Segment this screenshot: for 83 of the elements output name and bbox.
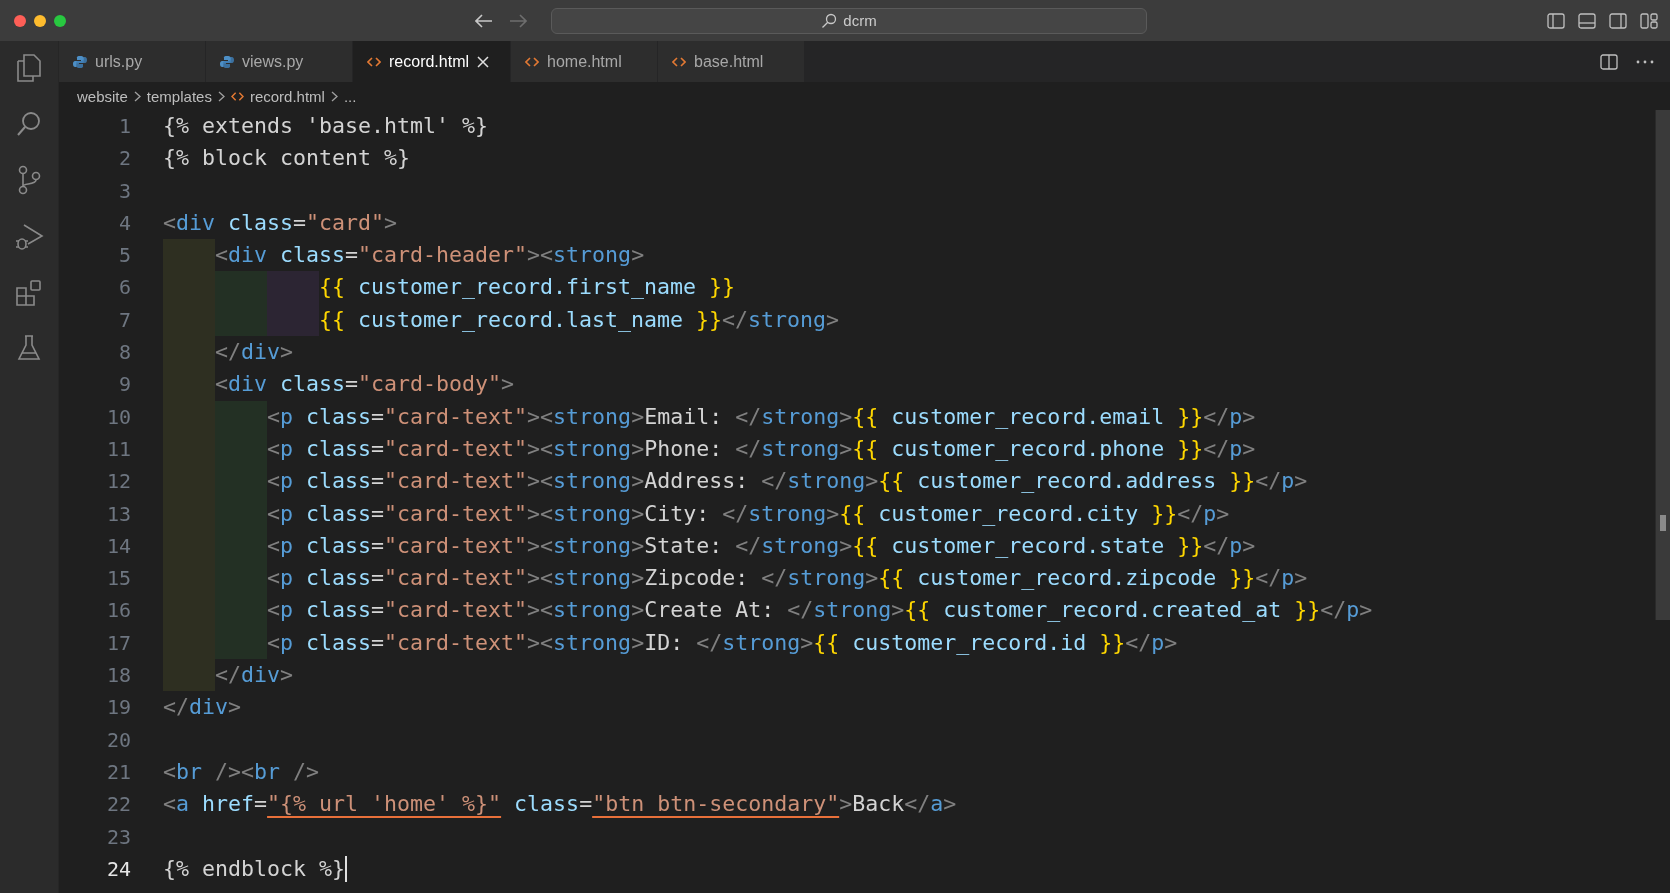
line-number: 17 [105,629,131,657]
editor-tab[interactable]: base.html [658,41,805,82]
line-number: 5 [117,242,131,270]
code-line: {{ customer_record.first_name }} [319,273,736,302]
code-line: <p class="card-text"><strong>Email: </strong>{{ customer_record.email }}</p> [267,402,1256,431]
code-line: </div> [163,693,242,722]
chevron-icon [330,90,338,102]
line-number: 11 [105,435,131,463]
files-icon[interactable] [15,53,43,83]
line-number: 8 [117,339,131,367]
code-line: <p class="card-text"><strong>Create At: </strong>{{ customer_record.created_at }}</p> [267,596,1373,625]
line-number: 2 [117,145,131,173]
code-line: <p class="card-text"><strong>State: </strong>{{ customer_record.state }}</p> [267,531,1256,560]
search-icon [821,12,838,29]
breadcrumb-item[interactable]: website [77,87,128,105]
code-line: {% extends 'base.html' %} [163,112,488,140]
code-line: <p class="card-text"><strong>Phone: </strong>{{ customer_record.phone }}</p> [267,434,1256,463]
flask-icon[interactable] [16,334,42,362]
search-icon[interactable] [15,110,43,138]
line-number: 10 [105,403,131,431]
editor-tab[interactable]: views.py [206,41,353,82]
python-file-icon [73,54,87,69]
line-number: 20 [105,726,131,754]
code-line: {% block content %} [163,144,410,173]
line-number: 23 [105,823,131,851]
close-icon[interactable] [477,55,490,68]
more-actions-icon[interactable] [1636,59,1654,64]
run-debug-icon[interactable] [14,222,44,252]
split-editor-icon[interactable] [1600,53,1618,70]
code-line: <a href="{% url 'home' %}" class="btn btn-secondary">Back</a> [163,790,957,819]
line-number: 3 [117,177,131,205]
line-number: 12 [105,468,131,496]
sidebar-toggle-icon[interactable] [1547,12,1565,29]
source-control-icon[interactable] [16,165,42,195]
editor-tab[interactable]: urls.py [59,41,206,82]
line-number: 15 [105,565,131,593]
code-line: <br /><br /> [163,757,320,786]
customize-layout-icon[interactable] [1640,12,1658,29]
minimize-window-button[interactable] [34,14,46,27]
python-file-icon [220,54,234,69]
panel-toggle-icon[interactable] [1578,12,1596,29]
line-number: 13 [105,500,131,528]
line-number: 24 [105,855,131,883]
breadcrumb-item[interactable]: record.html [249,87,325,105]
code-line: <p class="card-text"><strong>Zipcode: </strong>{{ customer_record.zipcode }}</p> [267,564,1308,593]
code-brackets-icon [525,55,539,68]
code-line: <p class="card-text"><strong>Address: </strong>{{ customer_record.address }}</p> [267,467,1308,496]
code-brackets-icon [672,55,686,68]
line-number: 6 [117,274,131,302]
line-number: 16 [105,597,131,625]
extensions-icon[interactable] [15,279,43,307]
code-line: <p class="card-text"><strong>ID: </strong>{{ customer_record.id }}</p> [267,628,1178,657]
code-line: {% endblock %} [163,854,345,883]
command-search-field[interactable]: dcrm [551,7,1147,34]
code-brackets-icon [230,90,244,102]
breadcrumb-item[interactable]: ... [343,87,357,105]
line-number: 21 [105,758,131,786]
line-number: 22 [105,791,131,819]
line-number: 14 [105,532,131,560]
line-number: 7 [117,306,131,334]
scrollbar[interactable] [1655,110,1670,620]
breadcrumb-item[interactable]: templates [146,87,212,105]
code-line: </div> [215,338,294,367]
editor-tab[interactable]: record.html [353,41,511,82]
code-line: <div class="card-header"><strong> [215,241,645,270]
chevron-icon [133,90,141,102]
line-number: 9 [117,371,131,399]
line-number: 4 [117,209,131,237]
line-number: 18 [105,662,131,690]
secondary-sidebar-icon[interactable] [1609,12,1627,29]
code-line: <p class="card-text"><strong>City: </strong>{{ customer_record.city }}</p> [267,499,1230,528]
code-line: {{ customer_record.last_name }}</strong> [319,305,840,334]
code-brackets-icon [367,55,381,68]
code-line: <div class="card-body"> [215,370,515,399]
line-number: 19 [105,694,131,722]
line-number: 1 [117,113,131,140]
close-window-button[interactable] [14,14,26,27]
chevron-icon [217,90,225,102]
zoom-window-button[interactable] [54,14,66,27]
code-line: </div> [215,661,294,690]
code-line: <div class="card"> [163,208,398,237]
back-arrow-icon[interactable] [475,13,493,28]
editor-tab[interactable]: home.html [511,41,658,82]
